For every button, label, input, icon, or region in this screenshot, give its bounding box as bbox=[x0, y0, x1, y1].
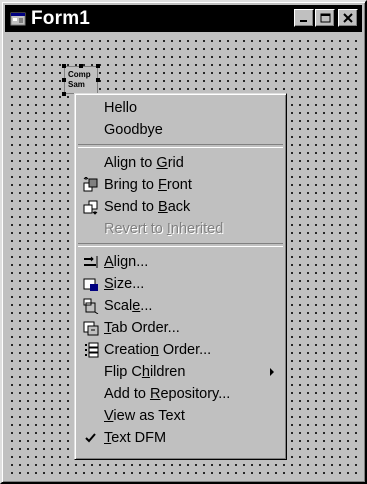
menu-item-label: Hello bbox=[104, 100, 138, 116]
send-to-back-icon bbox=[83, 199, 99, 215]
menu-item-label: Align... bbox=[104, 254, 149, 270]
tab-order-icon bbox=[83, 320, 99, 336]
menu-item-revert-to-inherited: Revert to Inherited bbox=[77, 218, 284, 240]
selection-handle[interactable] bbox=[96, 78, 100, 82]
component-caption-line2: Sam bbox=[68, 80, 85, 89]
menu-item-label: Add to Repository... bbox=[104, 386, 231, 402]
minimize-button[interactable] bbox=[294, 9, 314, 27]
menu-item-label: Size... bbox=[104, 276, 145, 292]
selection-handle[interactable] bbox=[79, 64, 83, 68]
menu-item-label: View as Text bbox=[104, 408, 185, 424]
selection-handle[interactable] bbox=[96, 64, 100, 68]
selection-handle[interactable] bbox=[62, 64, 66, 68]
menu-separator bbox=[78, 144, 283, 148]
menu-item-hello[interactable]: Hello bbox=[77, 97, 284, 119]
menu-item-text-dfm[interactable]: Text DFM bbox=[77, 427, 284, 449]
minimize-icon bbox=[300, 20, 307, 22]
menu-item-align[interactable]: Align... bbox=[77, 251, 284, 273]
form-window: Form1 Comp Sam Hello Goodbye Align to Gr… bbox=[0, 0, 367, 484]
submenu-arrow-icon bbox=[270, 368, 274, 376]
menu-item-label: Revert to Inherited bbox=[104, 221, 224, 237]
bring-to-front-icon bbox=[83, 177, 99, 193]
menu-item-label: Goodbye bbox=[104, 122, 163, 138]
menu-item-flip-children[interactable]: Flip Children bbox=[77, 361, 284, 383]
selection-handle[interactable] bbox=[62, 92, 66, 96]
menu-item-view-as-text[interactable]: View as Text bbox=[77, 405, 284, 427]
menu-item-send-to-back[interactable]: Send to Back bbox=[77, 196, 284, 218]
menu-item-label: Text DFM bbox=[104, 430, 167, 446]
menu-item-align-to-grid[interactable]: Align to Grid bbox=[77, 152, 284, 174]
menu-item-label: Flip Children bbox=[104, 364, 186, 380]
close-button[interactable] bbox=[338, 9, 358, 27]
window-title: Form1 bbox=[31, 7, 91, 29]
selection-handle[interactable] bbox=[62, 78, 66, 82]
close-icon bbox=[343, 13, 353, 23]
creation-order-icon bbox=[83, 342, 99, 358]
menu-item-tab-order[interactable]: Tab Order... bbox=[77, 317, 284, 339]
menu-item-label: Tab Order... bbox=[104, 320, 180, 336]
maximize-button[interactable] bbox=[315, 9, 335, 27]
scale-icon bbox=[83, 298, 99, 314]
component-caption-line1: Comp bbox=[68, 70, 91, 79]
menu-item-label: Scale... bbox=[104, 298, 153, 314]
menu-item-label: Bring to Front bbox=[104, 177, 192, 193]
menu-item-label: Send to Back bbox=[104, 199, 191, 215]
context-menu: Hello Goodbye Align to Grid Bring to Fro… bbox=[74, 93, 287, 460]
menu-item-label: Creation Order... bbox=[104, 342, 212, 358]
menu-item-creation-order[interactable]: Creation Order... bbox=[77, 339, 284, 361]
size-icon bbox=[83, 276, 99, 292]
menu-item-add-to-repository[interactable]: Add to Repository... bbox=[77, 383, 284, 405]
selected-component[interactable]: Comp Sam bbox=[62, 64, 100, 96]
menu-item-size[interactable]: Size... bbox=[77, 273, 284, 295]
menu-item-scale[interactable]: Scale... bbox=[77, 295, 284, 317]
menu-item-bring-to-front[interactable]: Bring to Front bbox=[77, 174, 284, 196]
form-icon[interactable] bbox=[9, 10, 27, 28]
checkmark-icon bbox=[83, 430, 99, 446]
menu-item-goodbye[interactable]: Goodbye bbox=[77, 119, 284, 141]
maximize-icon bbox=[320, 13, 330, 23]
title-bar[interactable]: Form1 bbox=[5, 5, 362, 32]
menu-item-label: Align to Grid bbox=[104, 155, 184, 171]
menu-separator bbox=[78, 243, 283, 247]
align-icon bbox=[83, 254, 99, 270]
